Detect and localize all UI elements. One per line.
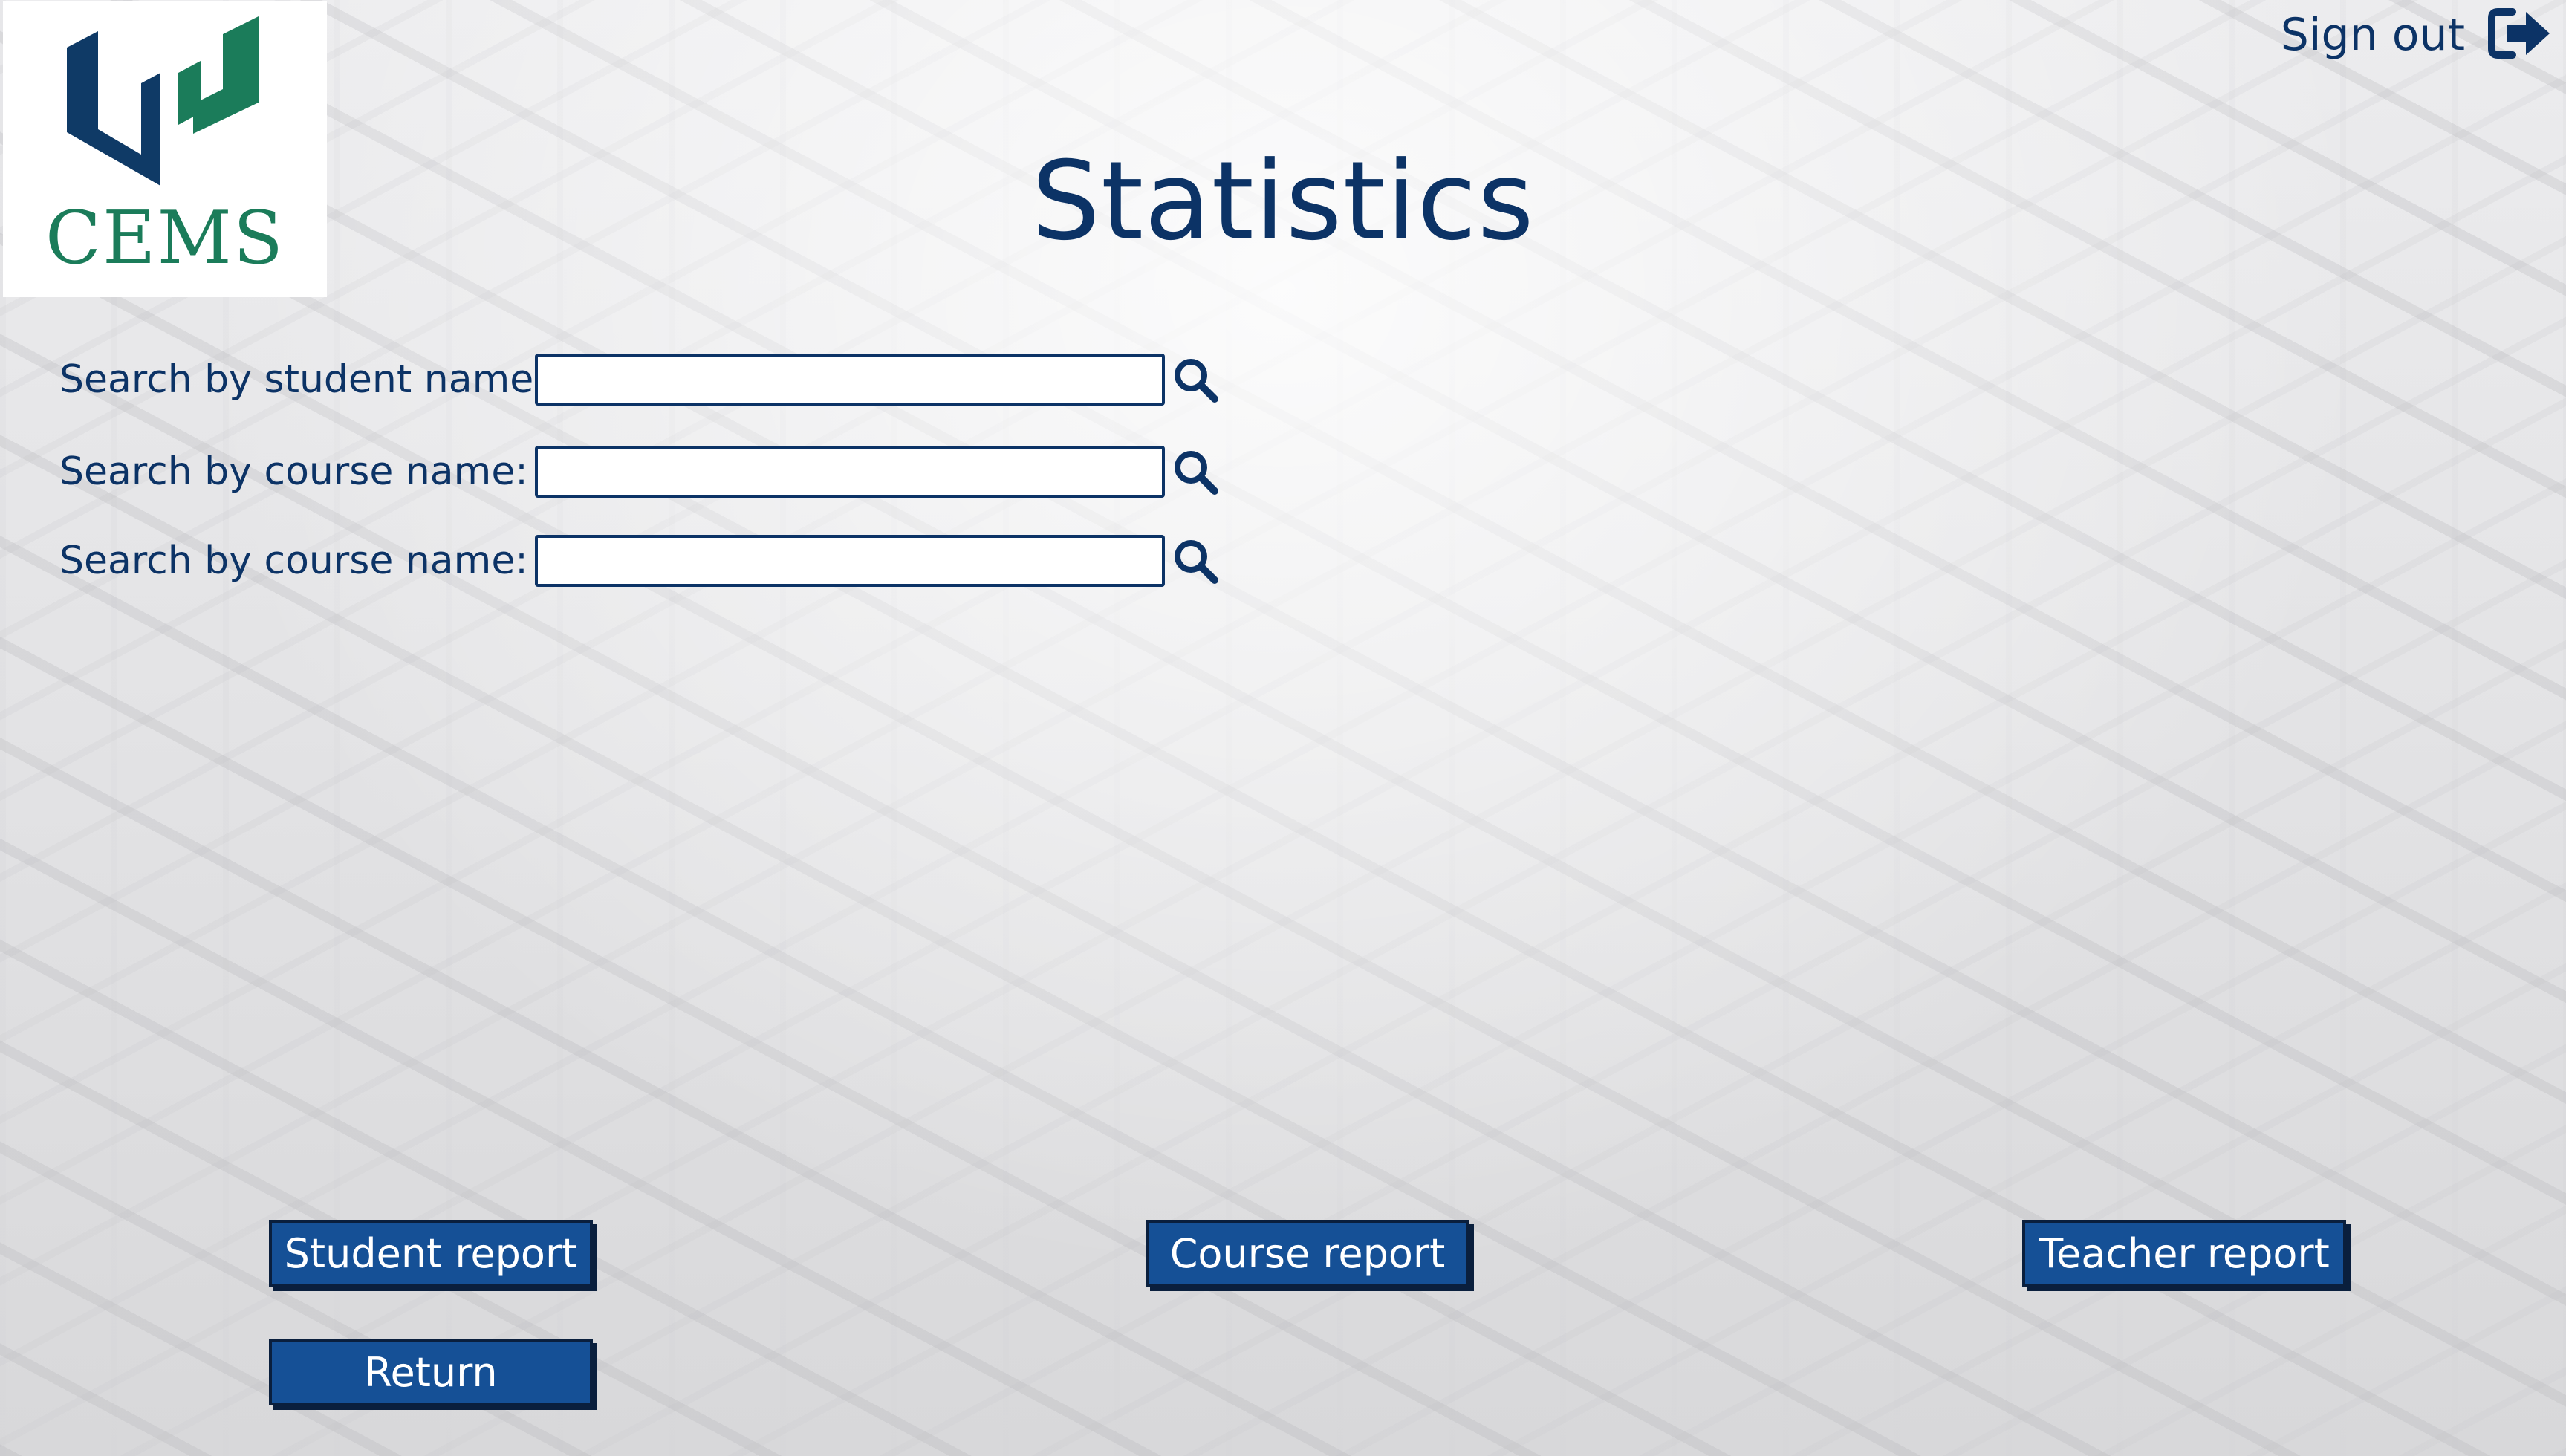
search-course-row: Search by course name: — [59, 446, 1221, 498]
course-report-button[interactable]: Course report — [1146, 1220, 1469, 1287]
sign-out-label: Sign out — [2280, 9, 2465, 61]
teacher-report-button[interactable]: Teacher report — [2022, 1220, 2346, 1287]
page-title: Statistics — [1031, 138, 1535, 264]
sign-out-button[interactable]: Sign out — [2281, 4, 2553, 65]
search-student-label: Search by student name: — [59, 357, 547, 402]
search-icon[interactable] — [1169, 535, 1221, 587]
search-student-row: Search by student name: — [59, 354, 1221, 406]
search-course-label-2: Search by course name: — [59, 539, 528, 583]
search-course-label: Search by course name: — [59, 449, 528, 494]
sign-out-icon — [2487, 4, 2553, 65]
search-course-row-2: Search by course name: — [59, 535, 1221, 587]
return-button[interactable]: Return — [269, 1339, 593, 1405]
student-report-button[interactable]: Student report — [269, 1220, 593, 1287]
search-student-input[interactable] — [535, 354, 1165, 406]
search-icon[interactable] — [1169, 354, 1221, 406]
search-icon[interactable] — [1169, 446, 1221, 498]
search-course-input[interactable] — [535, 446, 1165, 498]
search-course-input-2[interactable] — [535, 535, 1165, 587]
